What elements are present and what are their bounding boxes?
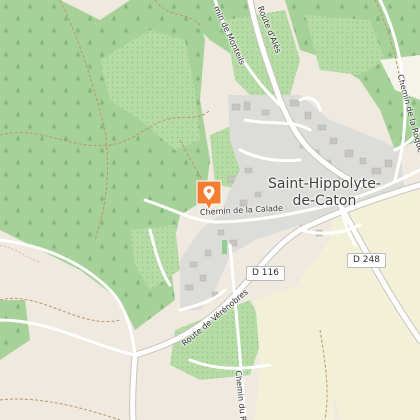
park-spot xyxy=(222,240,227,254)
map-view[interactable]: Saint-Hippolyte- de-Caton Chemin de la C… xyxy=(0,0,420,420)
route-shield-d116: D 116 xyxy=(246,266,285,281)
route-shield-d248: D 248 xyxy=(347,253,386,268)
place-label-line1: Saint-Hippolyte- xyxy=(268,176,381,192)
place-label-line2: de-Caton xyxy=(292,193,357,209)
map-pin-icon[interactable] xyxy=(196,180,222,212)
place-label: Saint-Hippolyte- de-Caton xyxy=(268,176,381,210)
